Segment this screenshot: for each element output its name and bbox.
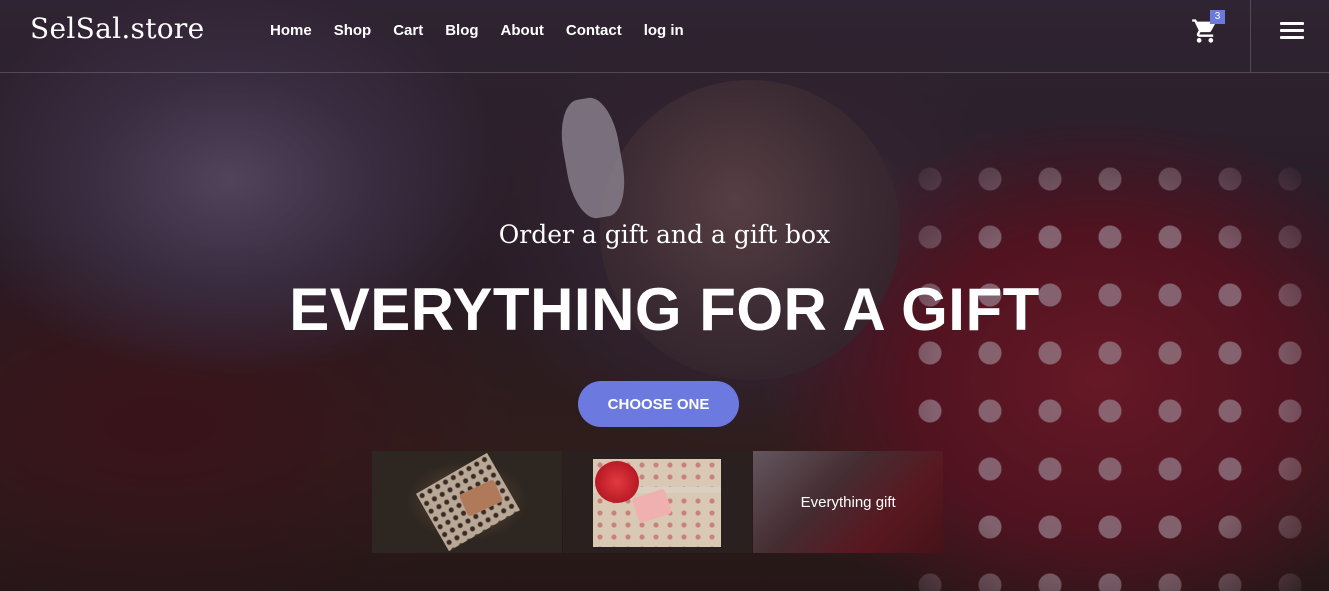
hamburger-menu-icon[interactable] [1280,22,1304,42]
hero-title: EVERYTHING FOR A GIFT [289,276,1040,343]
red-bow-image [594,461,639,503]
nav-contact[interactable]: Contact [566,22,622,40]
site-logo[interactable]: SelSal.store [30,12,204,45]
thumbnail-gift-box-bow[interactable] [562,451,753,553]
cart-count-badge: 3 [1210,10,1225,24]
nav-cart[interactable]: Cart [393,22,423,40]
thumbnail-gift-box-polka[interactable] [372,451,562,553]
thumbnail-caption: Everything gift [800,494,896,511]
nav-login[interactable]: log in [644,22,684,40]
nav-blog[interactable]: Blog [445,22,478,40]
top-navbar: SelSal.store Home Shop Cart Blog About C… [0,0,1329,73]
navbar-divider [1250,0,1251,72]
hero-subtitle: Order a gift and a gift box [498,220,831,249]
nav-home[interactable]: Home [270,22,312,40]
nav-about[interactable]: About [501,22,544,40]
nav-shop[interactable]: Shop [334,22,372,40]
thumbnail-everything-gift[interactable]: Everything gift [753,451,944,553]
main-nav: Home Shop Cart Blog About Contact log in [270,22,706,40]
choose-one-button[interactable]: CHOOSE ONE [578,381,739,427]
thumbnail-strip: Everything gift [372,451,944,553]
